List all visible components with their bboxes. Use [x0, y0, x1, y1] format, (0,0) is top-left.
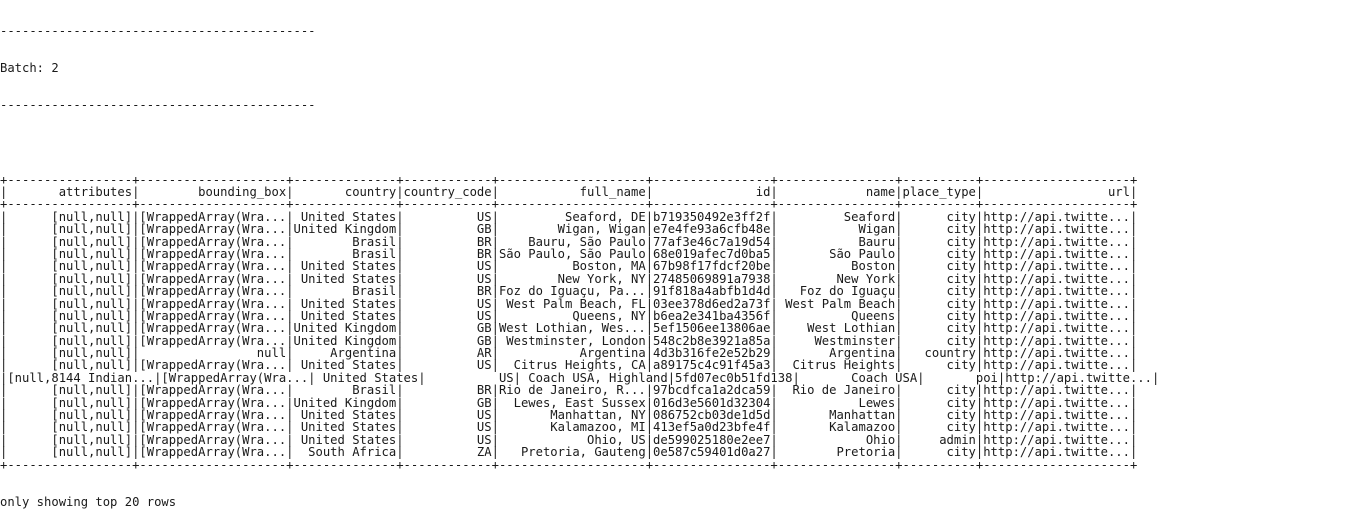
table-row: | [null,null]|[WrappedArray(Wra...| Sout… — [0, 445, 1138, 460]
table-row: | [null,null]|[WrappedArray(Wra...| Unit… — [0, 420, 1138, 435]
table-row: | [null,null]|[WrappedArray(Wra...| Unit… — [0, 259, 1138, 274]
table-row: | [null,null]|[WrappedArray(Wra...|Unite… — [0, 222, 1138, 237]
table-border-bottom: +-----------------+--------------------+… — [0, 457, 1138, 472]
table-row: | [null,null]|[WrappedArray(Wra...| Unit… — [0, 432, 1138, 447]
results-table: +-----------------+--------------------+… — [0, 173, 1351, 472]
batch-separator-bottom: ----------------------------------------… — [0, 98, 316, 113]
table-row: | [null,null]|[WrappedArray(Wra...| Bras… — [0, 284, 1138, 299]
console-output: ----------------------------------------… — [0, 0, 1351, 521]
batch-separator-top: ----------------------------------------… — [0, 23, 316, 38]
table-row: | [null,null]|[WrappedArray(Wra...| Bras… — [0, 383, 1138, 398]
table-border-header: +-----------------+--------------------+… — [0, 197, 1138, 212]
table-row: | [null,null]|[WrappedArray(Wra...|Unite… — [0, 321, 1138, 336]
batch-label: Batch: 2 — [0, 61, 59, 76]
footer-note: only showing top 20 rows — [0, 494, 177, 509]
